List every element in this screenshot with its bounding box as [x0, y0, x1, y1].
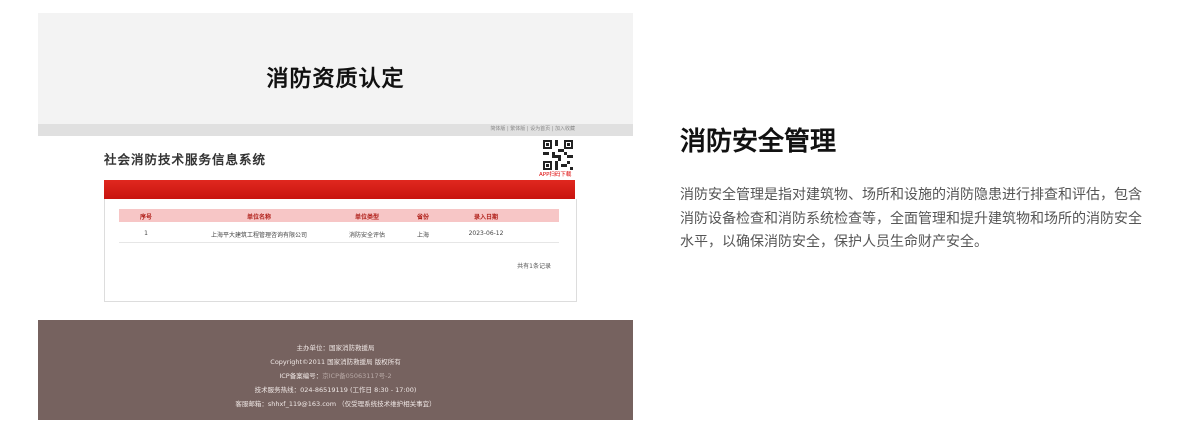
header-province: 省份 — [416, 214, 430, 221]
system-title: 社会消防技术服务信息系统 — [104, 152, 267, 167]
header-unit-type: 单位类型 — [354, 214, 380, 221]
section-description: 消防安全管理是指对建筑物、场所和设施的消防隐患进行排查和评估，包含消防设备检查和… — [680, 187, 1142, 250]
cell-index: 1 — [144, 230, 148, 237]
app-download-link[interactable]: APP扫码下载 — [539, 170, 571, 178]
card-title: 消防资质认定 — [266, 67, 405, 92]
cell-entry-date: 2023-06-12 — [468, 230, 504, 237]
header-unit-name: 单位名称 — [246, 214, 272, 221]
red-banner — [104, 180, 575, 199]
footer-email: 客服邮箱：shhxf_119@163.com （仅受理系统技术维护相关事宜） — [235, 400, 436, 408]
site-footer: 主办单位：国家消防救援局 Copyright©2011 国家消防救援局 版权所有… — [38, 320, 633, 420]
cell-province: 上海 — [416, 232, 430, 239]
cell-unit-name[interactable]: 上海平大建筑工程管理咨询有限公司 — [211, 230, 307, 239]
footer-icp-value[interactable]: 京ICP备05063117号-2 — [322, 372, 391, 380]
footer-copyright: Copyright©2011 国家消防救援局 版权所有 — [270, 358, 401, 366]
footer-hotline: 技术服务热线：024-86519119 (工作日 8:30 - 17:00) — [254, 386, 417, 394]
site-topbar: 简体版 | 繁体版 | 设为首页 | 加入收藏 — [38, 124, 633, 136]
record-count: 共有1条记录 — [517, 263, 551, 270]
section-title: 消防安全管理 — [680, 127, 837, 157]
cell-unit-type: 消防安全评估 — [348, 232, 386, 239]
qr-code-icon — [543, 140, 573, 170]
footer-icp-label: ICP备案编号： — [279, 372, 323, 380]
header-index: 序号 — [139, 214, 153, 221]
screenshot-card-content: 消防资质认定 简体版 | 繁体版 | 设为首页 | 加入收藏 社会消防技术服务信… — [38, 13, 633, 420]
topbar-links[interactable]: 简体版 | 繁体版 | 设为首页 | 加入收藏 — [490, 125, 575, 132]
footer-host: 主办单位：国家消防救援局 — [296, 344, 375, 352]
header-entry-date: 录入日期 — [473, 214, 499, 221]
footer-icp: ICP备案编号：京ICP备05063117号-2 — [38, 370, 633, 380]
table-row-divider — [119, 242, 559, 243]
